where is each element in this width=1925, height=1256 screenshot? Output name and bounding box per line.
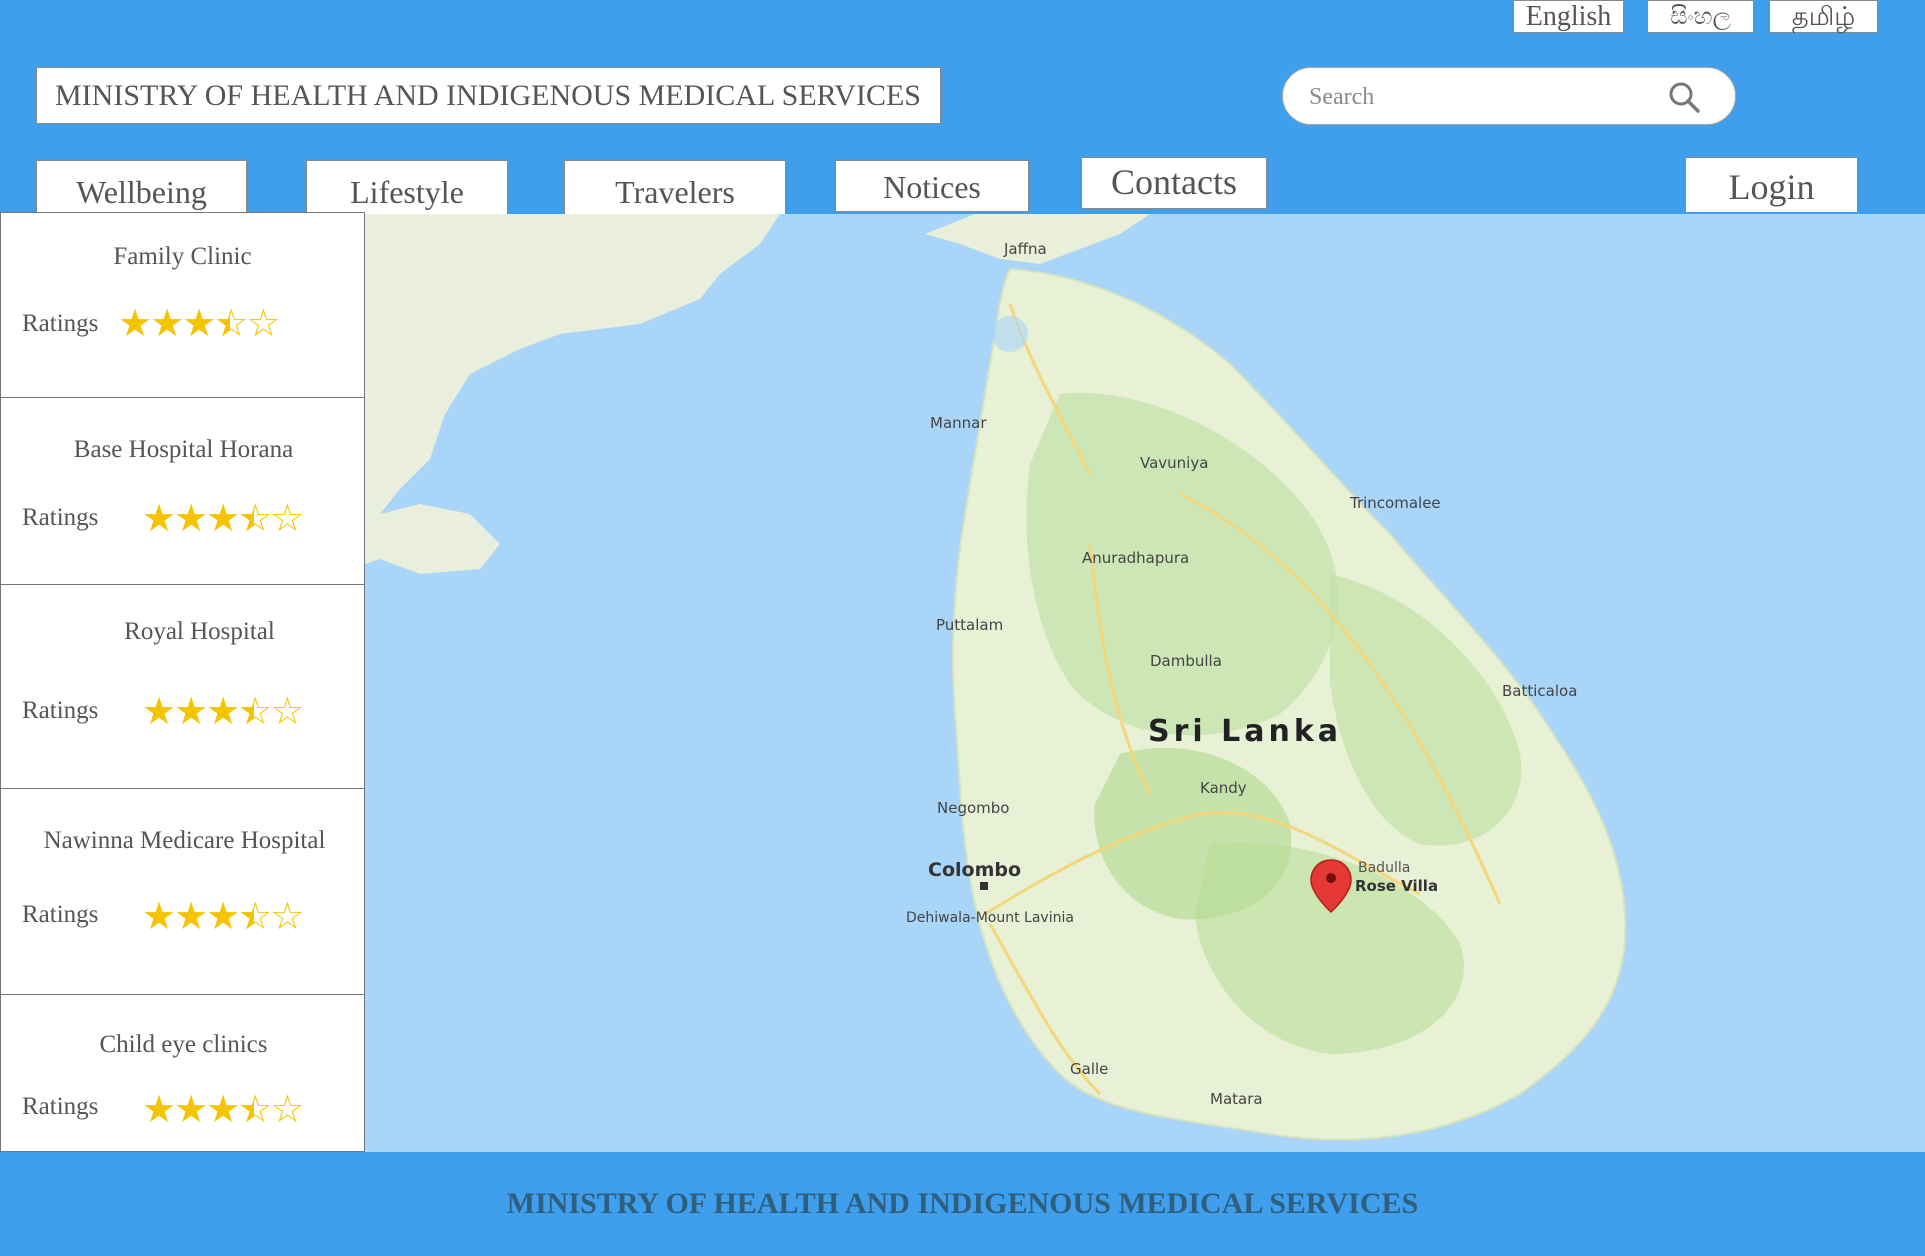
- ratings-label: Ratings: [22, 1093, 99, 1120]
- ratings-label: Ratings: [22, 697, 99, 724]
- ratings-label: Ratings: [22, 310, 99, 337]
- star-full-icon: ★: [118, 303, 152, 345]
- star-half-icon: ★☆: [214, 303, 248, 345]
- language-english-button[interactable]: English: [1513, 0, 1624, 33]
- hospital-card[interactable]: Nawinna Medicare Hospital Ratings ★★★★☆☆: [0, 788, 365, 995]
- hospital-card[interactable]: Child eye clinics Ratings ★★★★☆☆: [0, 994, 365, 1152]
- city-label: Mannar: [930, 414, 987, 432]
- tab-notices[interactable]: Notices: [835, 160, 1029, 212]
- hospital-name: Child eye clinics: [99, 1031, 268, 1058]
- city-label: Kandy: [1200, 779, 1247, 797]
- city-label: Trincomalee: [1350, 494, 1441, 512]
- star-full-icon: ★: [206, 691, 240, 733]
- star-rating: ★★★★☆☆: [142, 1087, 304, 1132]
- star-half-icon: ★☆: [238, 498, 272, 540]
- city-label: Negombo: [937, 799, 1010, 817]
- ratings-label: Ratings: [22, 504, 99, 531]
- star-full-icon: ★: [142, 896, 176, 938]
- star-empty-icon: ☆: [270, 1089, 304, 1131]
- hospital-name: Base Hospital Horana: [73, 436, 294, 463]
- lagoon: [992, 316, 1028, 352]
- login-button[interactable]: Login: [1685, 157, 1858, 212]
- hospital-name: Royal Hospital: [124, 618, 275, 645]
- star-full-icon: ★: [142, 498, 176, 540]
- tab-wellbeing[interactable]: Wellbeing: [36, 160, 247, 214]
- hospital-card[interactable]: Base Hospital Horana Ratings ★★★★☆☆: [0, 397, 365, 585]
- header-bar: English සිංහල தமிழ் MINISTRY OF HEALTH A…: [0, 0, 1925, 214]
- star-half-icon: ★☆: [238, 896, 272, 938]
- search-icon[interactable]: [1667, 80, 1701, 114]
- city-label: Dehiwala-Mount Lavinia: [906, 910, 1074, 926]
- city-label: Colombo: [928, 859, 1022, 881]
- star-full-icon: ★: [174, 1089, 208, 1131]
- star-full-icon: ★: [206, 896, 240, 938]
- hospital-name: Nawinna Medicare Hospital: [43, 827, 326, 854]
- star-full-icon: ★: [182, 303, 216, 345]
- tab-lifestyle[interactable]: Lifestyle: [306, 160, 508, 214]
- star-full-icon: ★: [142, 1089, 176, 1131]
- city-label: Matara: [1210, 1090, 1263, 1108]
- star-full-icon: ★: [150, 303, 184, 345]
- hospital-name: Family Clinic: [113, 243, 252, 270]
- star-full-icon: ★: [206, 1089, 240, 1131]
- city-label: Batticaloa: [1502, 682, 1578, 700]
- language-sinhala-button[interactable]: සිංහල: [1647, 0, 1754, 33]
- star-empty-icon: ☆: [246, 303, 280, 345]
- pin-label: Rose Villa: [1355, 877, 1439, 895]
- hospital-card[interactable]: Royal Hospital Ratings ★★★★☆☆: [0, 584, 365, 789]
- india-coast-south: [365, 504, 500, 574]
- star-full-icon: ★: [174, 896, 208, 938]
- pin-label: Badulla: [1358, 860, 1411, 876]
- ratings-label: Ratings: [22, 901, 99, 928]
- star-rating: ★★★★☆☆: [142, 496, 304, 541]
- star-rating: ★★★★☆☆: [142, 894, 304, 939]
- tab-travelers[interactable]: Travelers: [564, 160, 786, 214]
- city-label: Dambulla: [1150, 652, 1222, 670]
- city-label: Anuradhapura: [1082, 549, 1190, 567]
- star-empty-icon: ☆: [270, 896, 304, 938]
- star-half-icon: ★☆: [238, 1089, 272, 1131]
- footer-bar: MINISTRY OF HEALTH AND INDIGENOUS MEDICA…: [0, 1152, 1925, 1256]
- city-label: Galle: [1070, 1060, 1109, 1078]
- star-rating: ★★★★☆☆: [118, 301, 280, 346]
- city-label: Vavuniya: [1140, 454, 1209, 472]
- city-label: Jaffna: [1004, 240, 1047, 258]
- site-title: MINISTRY OF HEALTH AND INDIGENOUS MEDICA…: [36, 67, 941, 124]
- star-full-icon: ★: [174, 498, 208, 540]
- search-input[interactable]: [1309, 78, 1669, 116]
- star-empty-icon: ☆: [270, 691, 304, 733]
- star-full-icon: ★: [142, 691, 176, 733]
- language-tamil-button[interactable]: தமிழ்: [1769, 0, 1878, 33]
- star-half-icon: ★☆: [238, 691, 272, 733]
- star-full-icon: ★: [206, 498, 240, 540]
- city-marker: [980, 882, 988, 890]
- city-label: Puttalam: [936, 616, 1004, 634]
- star-empty-icon: ☆: [270, 498, 304, 540]
- tab-contacts[interactable]: Contacts: [1081, 157, 1267, 209]
- footer-title: MINISTRY OF HEALTH AND INDIGENOUS MEDICA…: [506, 1187, 1419, 1220]
- search-bar: [1282, 67, 1736, 125]
- map-pin-icon[interactable]: [1309, 858, 1353, 914]
- hospital-card[interactable]: Family Clinic Ratings ★★★★☆☆: [0, 212, 365, 398]
- india-landmass: [365, 214, 780, 534]
- star-full-icon: ★: [174, 691, 208, 733]
- star-rating: ★★★★☆☆: [142, 689, 304, 734]
- country-label: Sri Lanka: [1148, 714, 1343, 749]
